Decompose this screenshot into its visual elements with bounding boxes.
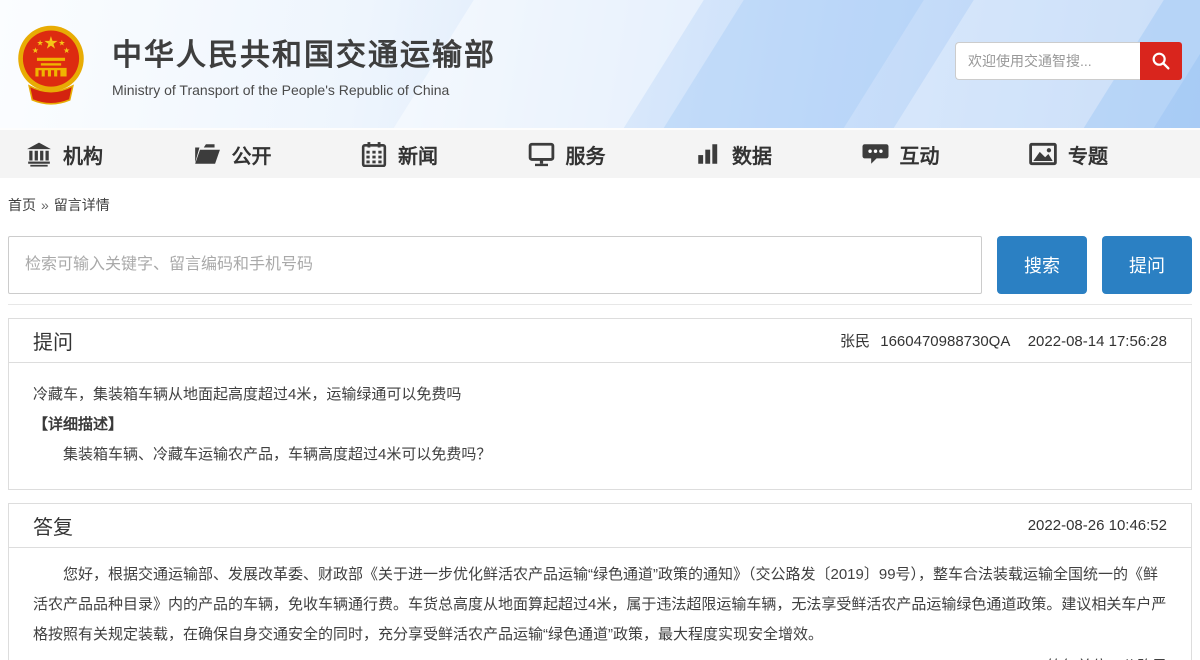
page-content: 首页 » 留言详情 搜索 提问 提问 张民 1660470988730QA 2022… <box>0 195 1200 660</box>
question-section-title: 提问 <box>33 326 73 355</box>
answer-body: 您好，根据交通运输部、发展改革委、财政部《关于进一步优化鲜活农产品运输“绿色通道… <box>9 548 1191 650</box>
site-header: ★ ★ ★ ★ ★ 中华人民共和国交通运输部 Ministry of Trans… <box>0 0 1200 128</box>
breadcrumb: 首页 » 留言详情 <box>8 195 1192 215</box>
svg-text:★: ★ <box>58 38 65 47</box>
question-code: 1660470988730QA <box>880 333 1009 350</box>
nav-label: 服务 <box>566 140 606 169</box>
question-detail-text: 集装箱车辆、冷藏车运输农产品，车辆高度超过4米可以免费吗？ <box>33 440 1167 470</box>
nav-item-xinwen[interactable]: 新闻 <box>361 140 438 169</box>
answer-unit-line: 答复单位：公路局 <box>9 652 1191 660</box>
breadcrumb-home[interactable]: 首页 <box>8 197 36 213</box>
message-search-row: 搜索 提问 <box>8 236 1192 294</box>
question-meta: 张民 1660470988730QA 2022-08-14 17:56:28 <box>834 330 1167 351</box>
nav-label: 机构 <box>63 140 103 169</box>
nav-item-jigou[interactable]: 机构 <box>26 140 103 169</box>
search-button[interactable]: 搜索 <box>997 236 1087 294</box>
smart-search <box>955 42 1182 80</box>
nav-label: 新闻 <box>398 140 438 169</box>
nav-item-fuwu[interactable]: 服务 <box>528 140 606 169</box>
nav-label: 专题 <box>1068 140 1108 169</box>
picture-icon <box>1029 141 1057 167</box>
question-title: 冷藏车，集装箱车辆从地面起高度超过4米，运输绿通可以免费吗 <box>33 380 1167 410</box>
nav-item-shuju[interactable]: 数据 <box>695 140 772 169</box>
calendar-icon <box>361 141 387 167</box>
breadcrumb-separator: » <box>41 197 49 213</box>
answer-section-title: 答复 <box>33 511 73 540</box>
answer-section: 答复 2022-08-26 10:46:52 您好，根据交通运输部、发展改革委、… <box>8 503 1192 660</box>
nav-item-gongkai[interactable]: 公开 <box>193 140 272 169</box>
national-emblem-icon: ★ ★ ★ ★ ★ <box>12 23 90 105</box>
svg-text:★: ★ <box>32 46 39 55</box>
question-author: 张民 <box>840 333 870 350</box>
question-section-header: 提问 张民 1660470988730QA 2022-08-14 17:56:2… <box>9 319 1191 363</box>
question-body: 冷藏车，集装箱车辆从地面起高度超过4米，运输绿通可以免费吗 【详细描述】 集装箱… <box>9 363 1191 489</box>
answer-section-header: 答复 2022-08-26 10:46:52 <box>9 504 1191 548</box>
folder-icon <box>193 141 221 167</box>
site-title: 中华人民共和国交通运输部 <box>112 30 496 74</box>
message-search-input[interactable] <box>8 236 982 294</box>
question-detail-label: 【详细描述】 <box>33 410 1167 440</box>
bar-chart-icon <box>695 141 721 167</box>
svg-text:★: ★ <box>43 32 58 52</box>
svg-text:★: ★ <box>63 46 70 55</box>
answer-timestamp: 2022-08-26 10:46:52 <box>1028 517 1167 534</box>
smart-search-button[interactable] <box>1140 42 1182 80</box>
divider <box>8 304 1192 305</box>
question-timestamp: 2022-08-14 17:56:28 <box>1028 333 1167 350</box>
nav-label: 数据 <box>732 140 772 169</box>
nav-item-zhuanti[interactable]: 专题 <box>1029 140 1108 169</box>
search-icon <box>1150 50 1172 72</box>
question-section: 提问 张民 1660470988730QA 2022-08-14 17:56:2… <box>8 318 1192 490</box>
speech-bubble-icon <box>862 141 889 167</box>
bank-icon <box>26 141 52 167</box>
main-navigation: 机构 公开 新闻 服务 <box>0 128 1200 178</box>
nav-item-hudong[interactable]: 互动 <box>862 140 940 169</box>
nav-label: 公开 <box>232 140 272 169</box>
monitor-icon <box>528 141 555 167</box>
svg-text:★: ★ <box>37 38 44 47</box>
smart-search-input[interactable] <box>955 42 1140 80</box>
site-subtitle: Ministry of Transport of the People's Re… <box>112 82 496 98</box>
nav-label: 互动 <box>900 140 940 169</box>
breadcrumb-current: 留言详情 <box>54 197 110 213</box>
ask-question-button[interactable]: 提问 <box>1102 236 1192 294</box>
